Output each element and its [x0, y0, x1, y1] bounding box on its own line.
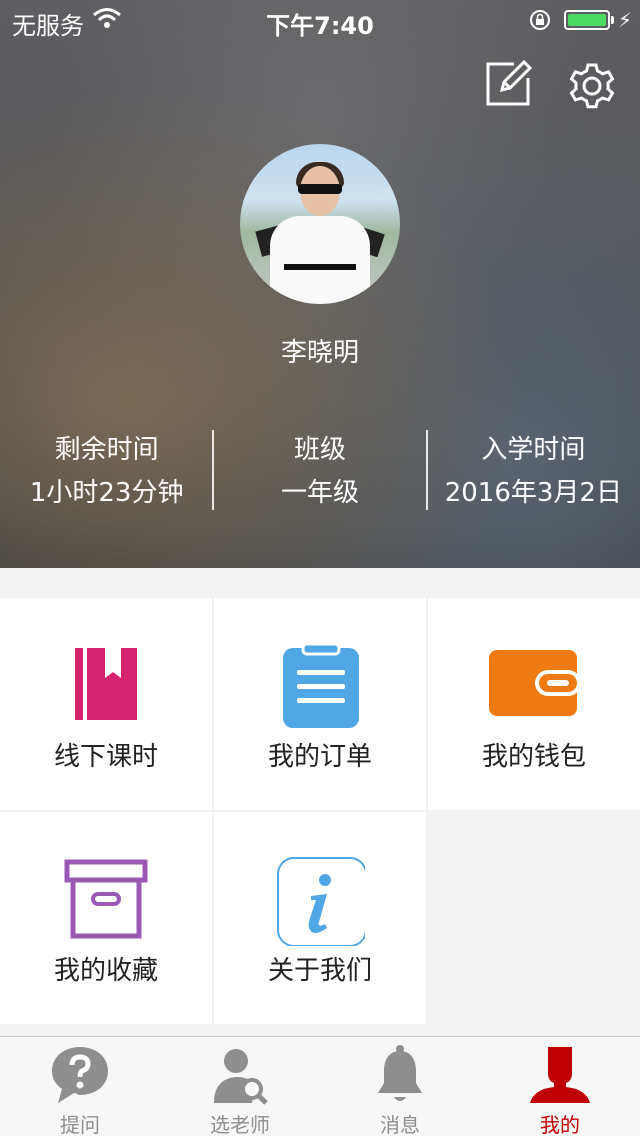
menu-item-label: 关于我们	[267, 956, 372, 986]
tab-choose-teacher[interactable]: 选老师	[160, 1037, 320, 1136]
tab-bar: 提问 选老师 消息 我的	[0, 1036, 640, 1136]
avatar[interactable]	[240, 144, 400, 304]
tab-messages[interactable]: 消息	[320, 1037, 480, 1136]
settings-button[interactable]	[566, 60, 618, 112]
menu-item-offline-lessons[interactable]: 线下课时	[0, 598, 212, 810]
stat-label: 剩余时间	[54, 435, 159, 465]
stat-label: 入学时间	[481, 435, 586, 465]
gear-icon	[569, 63, 615, 109]
battery-icon	[564, 10, 610, 30]
menu-item-label: 我的钱包	[481, 742, 586, 772]
tab-label: 我的	[540, 1113, 580, 1136]
tab-label: 选老师	[210, 1113, 270, 1136]
user-icon	[528, 1043, 592, 1107]
wallet-icon	[489, 642, 581, 732]
edit-profile-button[interactable]	[484, 59, 533, 108]
profile-stats: 剩余时间 1小时23分钟 班级 一年级 入学时间 2016年3月2日	[0, 430, 640, 512]
info-icon	[275, 856, 367, 947]
tab-mine[interactable]: 我的	[480, 1037, 640, 1136]
charging-icon: ⚡	[618, 8, 633, 32]
menu-item-my-orders[interactable]: 我的订单	[214, 598, 426, 810]
menu-item-my-wallet[interactable]: 我的钱包	[428, 598, 640, 810]
menu-item-label: 线下课时	[53, 742, 158, 772]
stat-value: 2016年3月2日	[444, 478, 622, 508]
edit-icon	[486, 59, 533, 106]
bookmark-book-icon	[61, 642, 151, 732]
menu-item-label: 我的订单	[267, 742, 372, 772]
tab-label: 消息	[380, 1113, 420, 1136]
stat-divider	[426, 430, 428, 510]
status-bar: 无服务 下午7:40 ⚡	[0, 0, 640, 40]
stat-label: 班级	[293, 435, 346, 465]
stat-value: 1小时23分钟	[29, 478, 184, 508]
question-bubble-icon	[48, 1043, 112, 1107]
rotation-lock-icon	[528, 8, 552, 38]
archive-box-icon	[61, 856, 151, 946]
stat-remaining-time: 剩余时间 1小时23分钟	[0, 430, 213, 512]
menu-item-label: 我的收藏	[53, 956, 158, 986]
bell-icon	[368, 1043, 432, 1107]
stat-divider	[212, 430, 214, 510]
tab-ask[interactable]: 提问	[0, 1037, 160, 1136]
battery-tip	[611, 16, 614, 24]
menu-item-about-us[interactable]: 关于我们	[214, 812, 426, 1024]
teacher-search-icon	[208, 1043, 272, 1107]
clipboard-icon	[275, 642, 365, 732]
profile-header: 无服务 下午7:40 ⚡ 李晓明 剩余时间 1小时23分钟 班级 一年级 入学时…	[0, 0, 640, 568]
stat-enroll-date: 入学时间 2016年3月2日	[427, 430, 640, 512]
menu-item-my-favorites[interactable]: 我的收藏	[0, 812, 212, 1024]
stat-class: 班级 一年级	[213, 430, 426, 512]
username: 李晓明	[280, 338, 359, 368]
tab-label: 提问	[60, 1113, 100, 1136]
stat-value: 一年级	[280, 478, 359, 508]
